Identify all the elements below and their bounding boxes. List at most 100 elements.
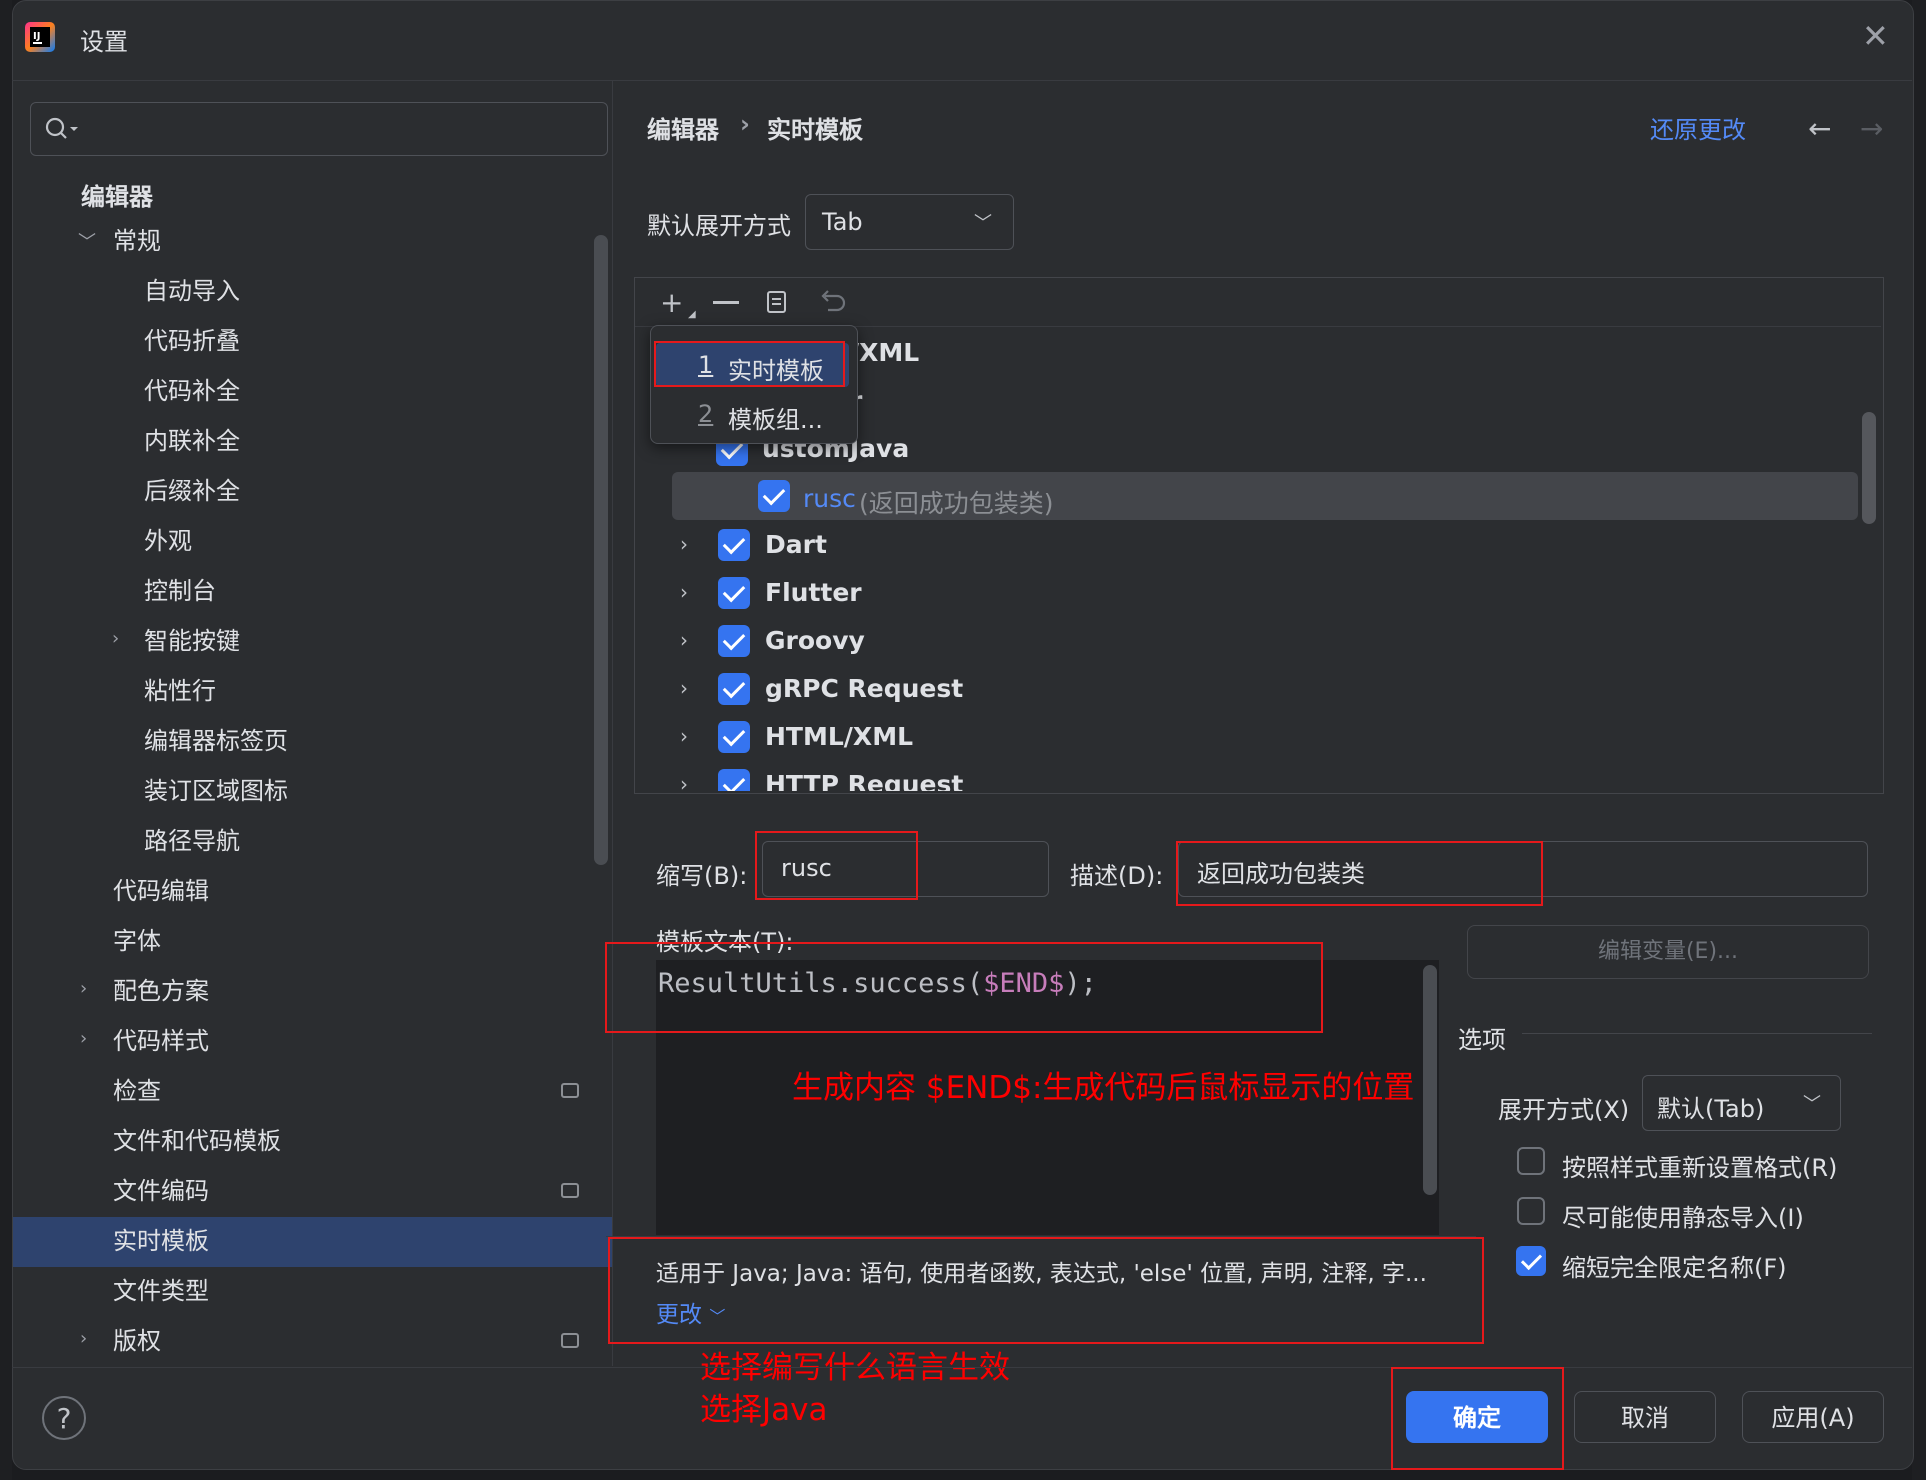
popup-item-number: 2 [698,400,714,428]
tree-item-gutter-icons[interactable]: 装订区域图标 [144,776,288,806]
breadcrumb-live-templates: 实时模板 [767,116,863,144]
tree-item-postfix-completion[interactable]: 后缀补全 [144,476,240,506]
chevron-right-icon[interactable]: › [80,1028,87,1049]
copy-icon[interactable] [765,288,791,316]
breadcrumb-editor[interactable]: 编辑器 [647,110,719,145]
tree-item-code-style[interactable]: 代码样式 [113,1026,209,1056]
group-checkbox[interactable] [718,625,750,657]
chevron-right-icon[interactable]: › [80,978,87,999]
tree-item-color-scheme[interactable]: 配色方案 [113,976,209,1006]
template-list-scrollbar[interactable] [1862,412,1876,524]
description-label: 描述(D): [1070,862,1164,890]
close-icon[interactable]: ✕ [1862,20,1889,52]
expand-with-value: 默认(Tab) [1657,1095,1765,1123]
annotation-box-popup [654,341,845,387]
tree-item-auto-import[interactable]: 自动导入 [144,276,240,306]
expand-with-label: 展开方式(X) [1498,1096,1630,1124]
annotation-note-language: 选择编写什么语言生效 [700,1350,1010,1386]
tree-item-file-encodings[interactable]: 文件编码 [113,1176,209,1206]
project-scope-icon [561,1083,579,1098]
options-divider [1522,1033,1872,1034]
tree-item-breadcrumbs[interactable]: 路径导航 [144,826,240,856]
options-title: 选项 [1458,1026,1506,1054]
chevron-down-icon: ﹀ [1803,1094,1821,1115]
edit-variables-button[interactable]: 编辑变量(E)... [1467,925,1869,979]
tree-item-smart-keys[interactable]: 智能按键 [144,626,240,656]
popup-item-template-group[interactable]: 模板组... [728,400,823,435]
dialog-title: 设置 [80,28,128,56]
default-expand-label: 默认展开方式 [647,212,791,240]
annotation-box-ok [1391,1367,1564,1470]
tree-selection-highlight [13,1217,612,1267]
tree-section-editor[interactable]: 编辑器 [81,182,153,212]
expand-with-select[interactable]: 默认(Tab) ﹀ [1642,1075,1841,1131]
background-edge-left [0,0,12,1480]
annotation-note-java: 选择Java [700,1392,828,1428]
static-import-checkbox[interactable] [1517,1197,1545,1225]
help-icon[interactable]: ? [42,1396,86,1440]
tree-item-file-types[interactable]: 文件类型 [113,1276,209,1306]
tree-item-file-templates[interactable]: 文件和代码模板 [113,1126,281,1156]
tree-item-inspections[interactable]: 检查 [113,1076,161,1106]
cancel-button[interactable]: 取消 [1574,1391,1716,1443]
intellij-logo-icon: IJ [25,22,55,52]
default-expand-select[interactable]: Tab ﹀ [805,194,1014,250]
back-arrow-icon[interactable]: ← [1808,112,1831,145]
restore-icon[interactable] [817,288,847,316]
search-icon [45,117,78,139]
shorten-fq-checkbox[interactable] [1516,1246,1546,1276]
group-checkbox[interactable] [718,673,750,705]
reset-changes-link[interactable]: 还原更改 [1650,110,1746,145]
group-checkbox[interactable] [718,769,750,791]
tree-item-code-editing[interactable]: 代码编辑 [113,876,209,906]
settings-search-input[interactable] [30,102,608,156]
group-checkbox[interactable] [718,577,750,609]
footer-divider [12,1367,1912,1368]
add-icon[interactable]: + [660,286,683,319]
dropdown-marker-icon: ◢ [688,309,696,320]
template-group-label: HTTP Request [765,770,964,791]
default-expand-value: Tab [822,208,863,236]
reformat-label: 按照样式重新设置格式(R) [1562,1154,1838,1182]
tree-item-copyright[interactable]: 版权 [113,1326,161,1356]
template-group-label: Flutter [765,578,862,607]
template-group-label: Groovy [765,626,865,655]
tree-scrollbar[interactable] [594,235,608,865]
remove-icon[interactable] [713,301,739,304]
group-checkbox[interactable] [718,529,750,561]
tree-item-inline-completion[interactable]: 内联补全 [144,426,240,456]
chevron-down-icon[interactable]: ﹀ [78,228,96,254]
group-checkbox[interactable] [718,721,750,753]
apply-button[interactable]: 应用(A) [1742,1391,1884,1443]
template-group-label: /XML [850,338,920,367]
annotation-box-desc [1176,841,1543,906]
tree-item-code-completion[interactable]: 代码补全 [144,376,240,406]
tree-item-editor-tabs[interactable]: 编辑器标签页 [144,726,288,756]
chevron-right-icon[interactable]: › [80,1328,87,1349]
breadcrumb-separator: › [740,110,750,138]
project-scope-icon [561,1333,579,1348]
left-pane-divider [612,81,613,1366]
annotation-box-code [605,942,1323,1033]
chevron-right-icon[interactable]: › [112,628,119,649]
tree-item-code-folding[interactable]: 代码折叠 [144,326,240,356]
forward-arrow-icon[interactable]: → [1860,112,1883,145]
template-group-label: Dart [765,530,827,559]
tree-item-sticky-lines[interactable]: 粘性行 [144,676,216,706]
tree-item-console[interactable]: 控制台 [144,576,216,606]
template-group-row-clipped[interactable]: › HTTP Request [650,766,1850,791]
template-checkbox[interactable] [758,480,790,512]
project-scope-icon [561,1183,579,1198]
template-description: (返回成功包装类) [859,489,1054,518]
template-group-label: HTML/XML [765,722,913,751]
tree-item-appearance[interactable]: 外观 [144,526,192,556]
reformat-checkbox[interactable] [1517,1147,1545,1175]
shorten-fq-label: 缩短完全限定名称(F) [1562,1254,1787,1282]
code-scrollbar[interactable] [1423,965,1437,1195]
tree-item-live-templates[interactable]: 实时模板 [113,1226,209,1256]
template-abbr: rusc [803,484,856,513]
annotation-box-abbr [755,831,918,900]
tree-item-general[interactable]: 常规 [113,226,161,256]
tree-item-font[interactable]: 字体 [113,926,161,956]
static-import-label: 尽可能使用静态导入(I) [1562,1204,1804,1232]
